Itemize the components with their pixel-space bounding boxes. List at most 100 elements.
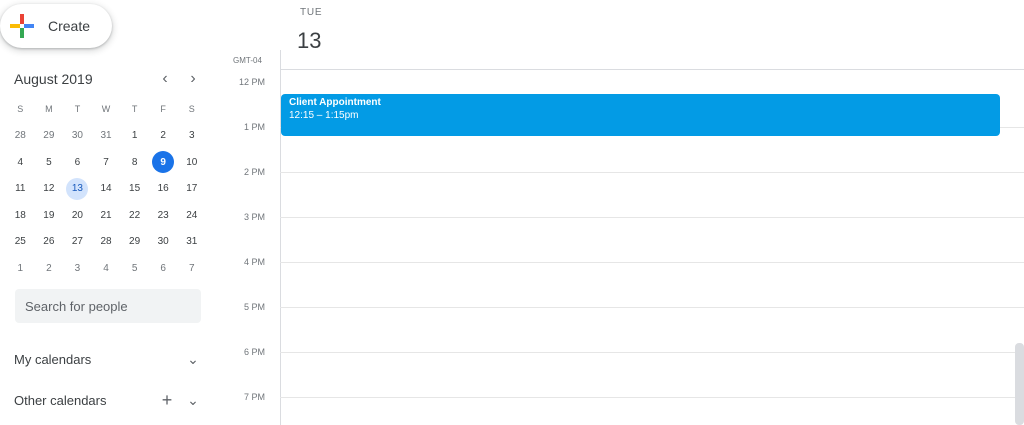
chevron-left-icon[interactable]: ‹ <box>154 70 176 88</box>
mini-calendar-day[interactable]: 16 <box>149 178 178 200</box>
hour-line <box>280 397 1024 398</box>
mini-calendar-day[interactable]: 31 <box>92 125 121 147</box>
day-number-text: 6 <box>74 156 81 168</box>
hour-line <box>280 217 1024 218</box>
mini-calendar-day[interactable]: 14 <box>92 178 121 200</box>
mini-calendar-week: 1 2 3 4 5 6 7 <box>6 255 206 282</box>
mini-calendar-today[interactable]: 9 <box>149 151 178 174</box>
mini-calendar-day[interactable]: 15 <box>120 178 149 200</box>
hour-label: 2 PM <box>243 167 265 177</box>
mini-calendar-day[interactable]: 3 <box>177 125 206 147</box>
plus-icon <box>10 14 34 38</box>
mini-calendar-day[interactable]: 10 <box>177 151 206 173</box>
mini-calendar-day[interactable]: 6 <box>63 151 92 173</box>
mini-calendar-day[interactable]: 29 <box>35 125 64 147</box>
day-number-text: 19 <box>43 209 55 221</box>
day-number-text: 21 <box>100 209 112 221</box>
day-number-text: 31 <box>100 130 112 142</box>
mini-calendar-day[interactable]: 28 <box>92 231 121 253</box>
chevron-right-icon[interactable]: › <box>182 70 204 88</box>
mini-calendar-day[interactable]: 23 <box>149 204 178 226</box>
sidebar: Create August 2019 ‹ › S M T W T F S 28 29 30 31 1 2… <box>0 0 215 425</box>
mini-calendar-week: 25 26 27 28 29 30 31 <box>6 229 206 256</box>
mini-calendar-month: August 2019 <box>14 71 93 87</box>
mini-calendar-day[interactable]: 24 <box>177 204 206 226</box>
mini-calendar-day[interactable]: 11 <box>6 178 35 200</box>
day-number-text: 28 <box>14 130 26 142</box>
day-number-text: 24 <box>186 209 198 221</box>
scrollbar[interactable] <box>1015 343 1024 425</box>
day-number-text: 2 <box>160 130 166 142</box>
header-divider <box>280 69 1024 70</box>
weekday-label: F <box>160 104 166 115</box>
create-button[interactable]: Create <box>0 4 112 48</box>
hour-label: 12 PM <box>238 77 265 87</box>
day-number[interactable]: 13 <box>297 28 321 54</box>
event-time: 12:15 – 1:15pm <box>289 110 359 121</box>
mini-calendar-selected-day[interactable]: 13 <box>63 177 92 200</box>
day-number-text: 13 <box>66 177 89 200</box>
mini-calendar-day[interactable]: 25 <box>6 231 35 253</box>
mini-calendar-day[interactable]: 12 <box>35 178 64 200</box>
mini-calendar-day[interactable]: 27 <box>63 231 92 253</box>
other-calendars-label: Other calendars <box>14 392 107 408</box>
mini-calendar-day[interactable]: 8 <box>120 151 149 173</box>
mini-calendar-day[interactable]: 4 <box>92 257 121 279</box>
day-number-text: 7 <box>103 156 109 168</box>
day-number-text: 4 <box>103 262 109 274</box>
my-calendars-section[interactable]: My calendars ⌄ <box>14 347 204 371</box>
day-number-text: 30 <box>157 236 169 248</box>
weekday-label: S <box>188 104 195 115</box>
day-number-text: 18 <box>14 209 26 221</box>
mini-calendar-day[interactable]: 6 <box>149 257 178 279</box>
mini-calendar-day[interactable]: 18 <box>6 204 35 226</box>
timezone-label: GMT-04 <box>233 56 262 65</box>
search-people-input[interactable] <box>15 289 201 323</box>
day-number-text: 20 <box>71 209 83 221</box>
weekday-label: M <box>45 104 53 115</box>
day-number-text: 14 <box>100 183 112 195</box>
day-number-text: 1 <box>131 130 138 142</box>
weekday-label: T <box>131 104 138 115</box>
mini-calendar-day[interactable]: 1 <box>6 257 35 279</box>
day-number-text: 25 <box>14 236 26 248</box>
mini-calendar-day[interactable]: 4 <box>6 151 35 173</box>
hour-label: 5 PM <box>243 302 265 312</box>
mini-calendar-day[interactable]: 21 <box>92 204 121 226</box>
other-calendars-section[interactable]: Other calendars + ⌄ <box>14 388 204 412</box>
chevron-down-icon[interactable]: ⌄ <box>182 351 204 368</box>
hour-line <box>280 262 1024 263</box>
day-number-text: 7 <box>188 262 195 274</box>
mini-calendar-day[interactable]: 5 <box>120 257 149 279</box>
mini-calendar-week: 28 29 30 31 1 2 3 <box>6 123 206 150</box>
mini-calendar-day[interactable]: 28 <box>6 125 35 147</box>
mini-calendar-day[interactable]: 26 <box>35 231 64 253</box>
hour-line <box>280 307 1024 308</box>
mini-calendar-day[interactable]: 31 <box>177 231 206 253</box>
add-icon[interactable]: + <box>156 390 178 411</box>
day-number-text: 12 <box>43 183 55 195</box>
day-number-text: 1 <box>17 262 24 274</box>
mini-calendar-day[interactable]: 30 <box>63 125 92 147</box>
chevron-down-icon[interactable]: ⌄ <box>182 392 204 409</box>
mini-calendar-day[interactable]: 30 <box>149 231 178 253</box>
mini-calendar-day[interactable]: 29 <box>120 231 149 253</box>
mini-calendar-day[interactable]: 20 <box>63 204 92 226</box>
mini-calendar-day[interactable]: 2 <box>35 257 64 279</box>
mini-calendar-day[interactable]: 17 <box>177 178 206 200</box>
day-number-text: 5 <box>131 262 138 274</box>
weekday-label: W <box>101 104 111 115</box>
day-number-text: 4 <box>17 156 24 168</box>
mini-calendar-day[interactable]: 7 <box>92 151 121 173</box>
mini-calendar-day[interactable]: 7 <box>177 257 206 279</box>
mini-calendar-day[interactable]: 5 <box>35 151 64 173</box>
mini-calendar-day[interactable]: 22 <box>120 204 149 226</box>
day-number-text: 2 <box>46 262 52 274</box>
mini-calendar-day[interactable]: 2 <box>149 125 178 147</box>
mini-calendar-day[interactable]: 1 <box>120 125 149 147</box>
mini-calendar-day[interactable]: 3 <box>63 257 92 279</box>
mini-calendar-grid: S M T W T F S 28 29 30 31 1 2 3 4 5 6 7 8 9 10 11 12 13 14 15 16 17… <box>6 96 206 282</box>
day-number-text: 23 <box>157 209 169 221</box>
event-client-appointment[interactable]: Client Appointment 12:15 – 1:15pm <box>281 94 1000 136</box>
mini-calendar-day[interactable]: 19 <box>35 204 64 226</box>
